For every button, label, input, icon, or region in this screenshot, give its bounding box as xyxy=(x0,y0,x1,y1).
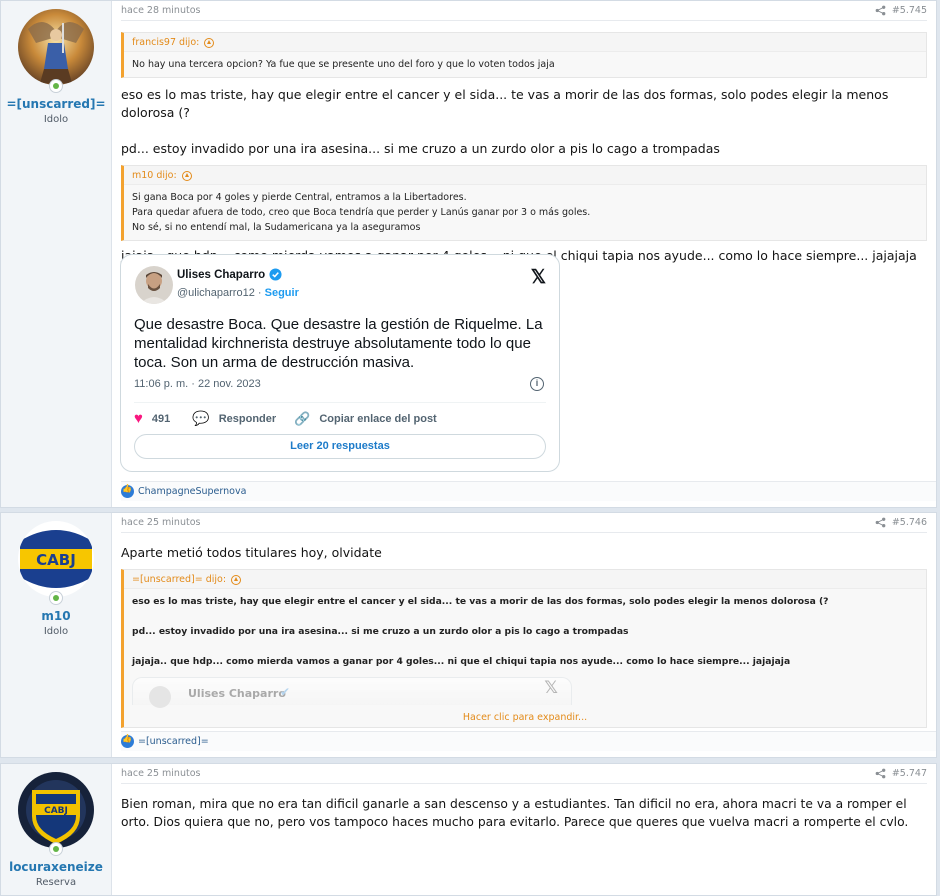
like-count: 491 xyxy=(151,412,171,425)
avatar-image[interactable] xyxy=(18,9,94,85)
message-paragraph: Aparte metió todos titulares hoy, olvida… xyxy=(121,545,382,560)
post-body: hace 25 minutos #5.746 Aparte metió todo… xyxy=(112,513,936,757)
reply-action[interactable]: 💬 Responder xyxy=(192,410,276,427)
online-status-icon xyxy=(49,842,63,856)
like-icon[interactable] xyxy=(121,484,134,498)
user-column: =[unscarred]= Idolo xyxy=(1,1,112,507)
quote-author[interactable]: m10 dijo: xyxy=(124,166,926,184)
user-column: CABJ locuraxeneize Reserva xyxy=(1,764,112,895)
x-logo-icon: 𝕏 xyxy=(544,678,558,698)
link-icon: 🔗 xyxy=(294,410,311,426)
share-icon[interactable] xyxy=(875,517,886,528)
post-number[interactable]: #5.745 xyxy=(892,5,927,16)
verified-badge-icon xyxy=(269,268,282,281)
post-header: hace 28 minutos #5.745 xyxy=(121,1,927,21)
expand-quote-link[interactable]: Hacer clic para expandir... xyxy=(124,710,926,727)
tweet-date[interactable]: 11:06 p. m. · 22 nov. 2023 xyxy=(134,378,261,390)
tweet-text: Que desastre Boca. Que desastre la gesti… xyxy=(134,316,543,371)
message-paragraph: eso es lo mas triste, hay que elegir ent… xyxy=(121,87,889,120)
tweet-embed[interactable]: Ulises Chaparro @ulichaparro12 · Seguir … xyxy=(120,254,560,472)
tweet-author-label: Ulises Chaparro xyxy=(188,687,286,700)
reaction-users[interactable]: =[unscarred]= xyxy=(138,736,209,747)
svg-text:CABJ: CABJ xyxy=(44,806,68,816)
like-action[interactable]: ♥ 491 xyxy=(134,410,170,427)
post-header: hace 25 minutos #5.747 xyxy=(121,764,927,784)
go-to-quote-icon[interactable] xyxy=(181,170,192,181)
post-time[interactable]: hace 28 minutos xyxy=(121,5,200,16)
user-title: Reserva xyxy=(35,877,77,888)
post-time[interactable]: hace 25 minutos xyxy=(121,517,200,528)
quote-author[interactable]: =[unscarred]= dijo: xyxy=(124,570,926,588)
avatar-image[interactable]: CABJ xyxy=(18,772,94,848)
reactions-bar: ChampagneSupernova xyxy=(121,481,936,501)
reply-icon: 💬 xyxy=(192,410,210,426)
online-status-icon xyxy=(49,591,63,605)
quote-author[interactable]: francis97 dijo: xyxy=(124,33,926,51)
quote-author-label[interactable]: francis97 dijo: xyxy=(132,37,199,48)
collapsed-tweet-preview: Ulises Chaparro ✔ 𝕏 xyxy=(132,677,572,708)
post-time[interactable]: hace 25 minutos xyxy=(121,768,200,779)
post-number[interactable]: #5.747 xyxy=(892,768,927,779)
user-title: Idolo xyxy=(43,626,69,637)
x-logo-icon[interactable]: 𝕏 xyxy=(531,266,546,289)
message-paragraph: pd... estoy invadido por una ira asesina… xyxy=(121,141,720,156)
avatar[interactable] xyxy=(18,9,94,93)
quote-block: m10 dijo: Si gana Boca por 4 goles y pie… xyxy=(121,165,927,241)
post-number[interactable]: #5.746 xyxy=(892,517,927,528)
reply-label: Responder xyxy=(218,412,277,425)
post-5747: CABJ locuraxeneize Reserva hace 25 minut… xyxy=(0,763,937,896)
tweet-author-name[interactable]: Ulises Chaparro xyxy=(177,268,282,281)
copy-link-action[interactable]: 🔗 Copiar enlace del post xyxy=(294,411,437,427)
heart-icon: ♥ xyxy=(134,410,143,427)
quote-block: =[unscarred]= dijo: eso es lo mas triste… xyxy=(121,569,927,728)
avatar-image[interactable]: CABJ xyxy=(18,521,94,597)
post-body: hace 25 minutos #5.747 Bien roman, mira … xyxy=(112,764,936,895)
tweet-avatar[interactable] xyxy=(135,266,173,304)
tweet-handle-label[interactable]: @ulichaparro12 xyxy=(177,287,255,299)
verified-badge-icon: ✔ xyxy=(280,685,291,699)
follow-button[interactable]: Seguir xyxy=(265,287,299,299)
username[interactable]: locuraxeneize xyxy=(1,860,111,874)
reactions-bar: =[unscarred]= xyxy=(121,731,936,751)
quote-author-label[interactable]: =[unscarred]= dijo: xyxy=(132,574,226,585)
user-title: Idolo xyxy=(43,114,69,125)
avatar[interactable]: CABJ xyxy=(18,772,94,856)
divider xyxy=(134,402,546,403)
quote-line: Para quedar afuera de todo, creo que Boc… xyxy=(132,207,591,218)
quote-text: No hay una tercera opcion? Ya fue que se… xyxy=(124,51,926,77)
online-status-icon xyxy=(49,79,63,93)
quote-line: Si gana Boca por 4 goles y pierde Centra… xyxy=(132,192,467,203)
info-icon[interactable]: i xyxy=(530,377,544,391)
tweet-actions: ♥ 491 💬 Responder 🔗 Copiar enlace del po… xyxy=(134,410,437,427)
share-icon[interactable] xyxy=(875,768,886,779)
quote-text: Si gana Boca por 4 goles y pierde Centra… xyxy=(124,184,926,240)
post-header: hace 25 minutos #5.746 xyxy=(121,513,927,533)
like-icon[interactable] xyxy=(121,734,134,748)
quote-text: eso es lo mas triste, hay que elegir ent… xyxy=(124,588,926,710)
quote-block: francis97 dijo: No hay una tercera opcio… xyxy=(121,32,927,78)
tweet-author-label[interactable]: Ulises Chaparro xyxy=(177,269,265,281)
tweet-handle: @ulichaparro12 · Seguir xyxy=(177,287,299,299)
read-replies-button[interactable]: Leer 20 respuestas xyxy=(134,434,546,459)
copy-link-label: Copiar enlace del post xyxy=(319,412,437,425)
username[interactable]: m10 xyxy=(1,609,111,623)
reaction-users[interactable]: ChampagneSupernova xyxy=(138,486,246,497)
quote-line: eso es lo mas triste, hay que elegir ent… xyxy=(132,596,829,607)
quote-line: jajaja.. que hdp... como mierda vamos a … xyxy=(132,656,791,667)
go-to-quote-icon[interactable] xyxy=(204,37,215,48)
go-to-quote-icon[interactable] xyxy=(231,574,242,585)
quote-line: pd... estoy invadido por una ira asesina… xyxy=(132,626,629,637)
message-paragraph: Bien roman, mira que no era tan dificil … xyxy=(121,797,909,829)
quote-author-label[interactable]: m10 dijo: xyxy=(132,170,177,181)
user-column: CABJ m10 Idolo xyxy=(1,513,112,757)
tweet-avatar xyxy=(149,686,171,708)
avatar[interactable]: CABJ xyxy=(18,521,94,605)
svg-text:CABJ: CABJ xyxy=(36,551,76,569)
username[interactable]: =[unscarred]= xyxy=(1,97,111,111)
post-5746: CABJ m10 Idolo hace 25 minutos #5.746 Ap… xyxy=(0,512,937,758)
share-icon[interactable] xyxy=(875,5,886,16)
quote-line: No sé, si no entendí mal, la Sudamerican… xyxy=(132,222,421,233)
